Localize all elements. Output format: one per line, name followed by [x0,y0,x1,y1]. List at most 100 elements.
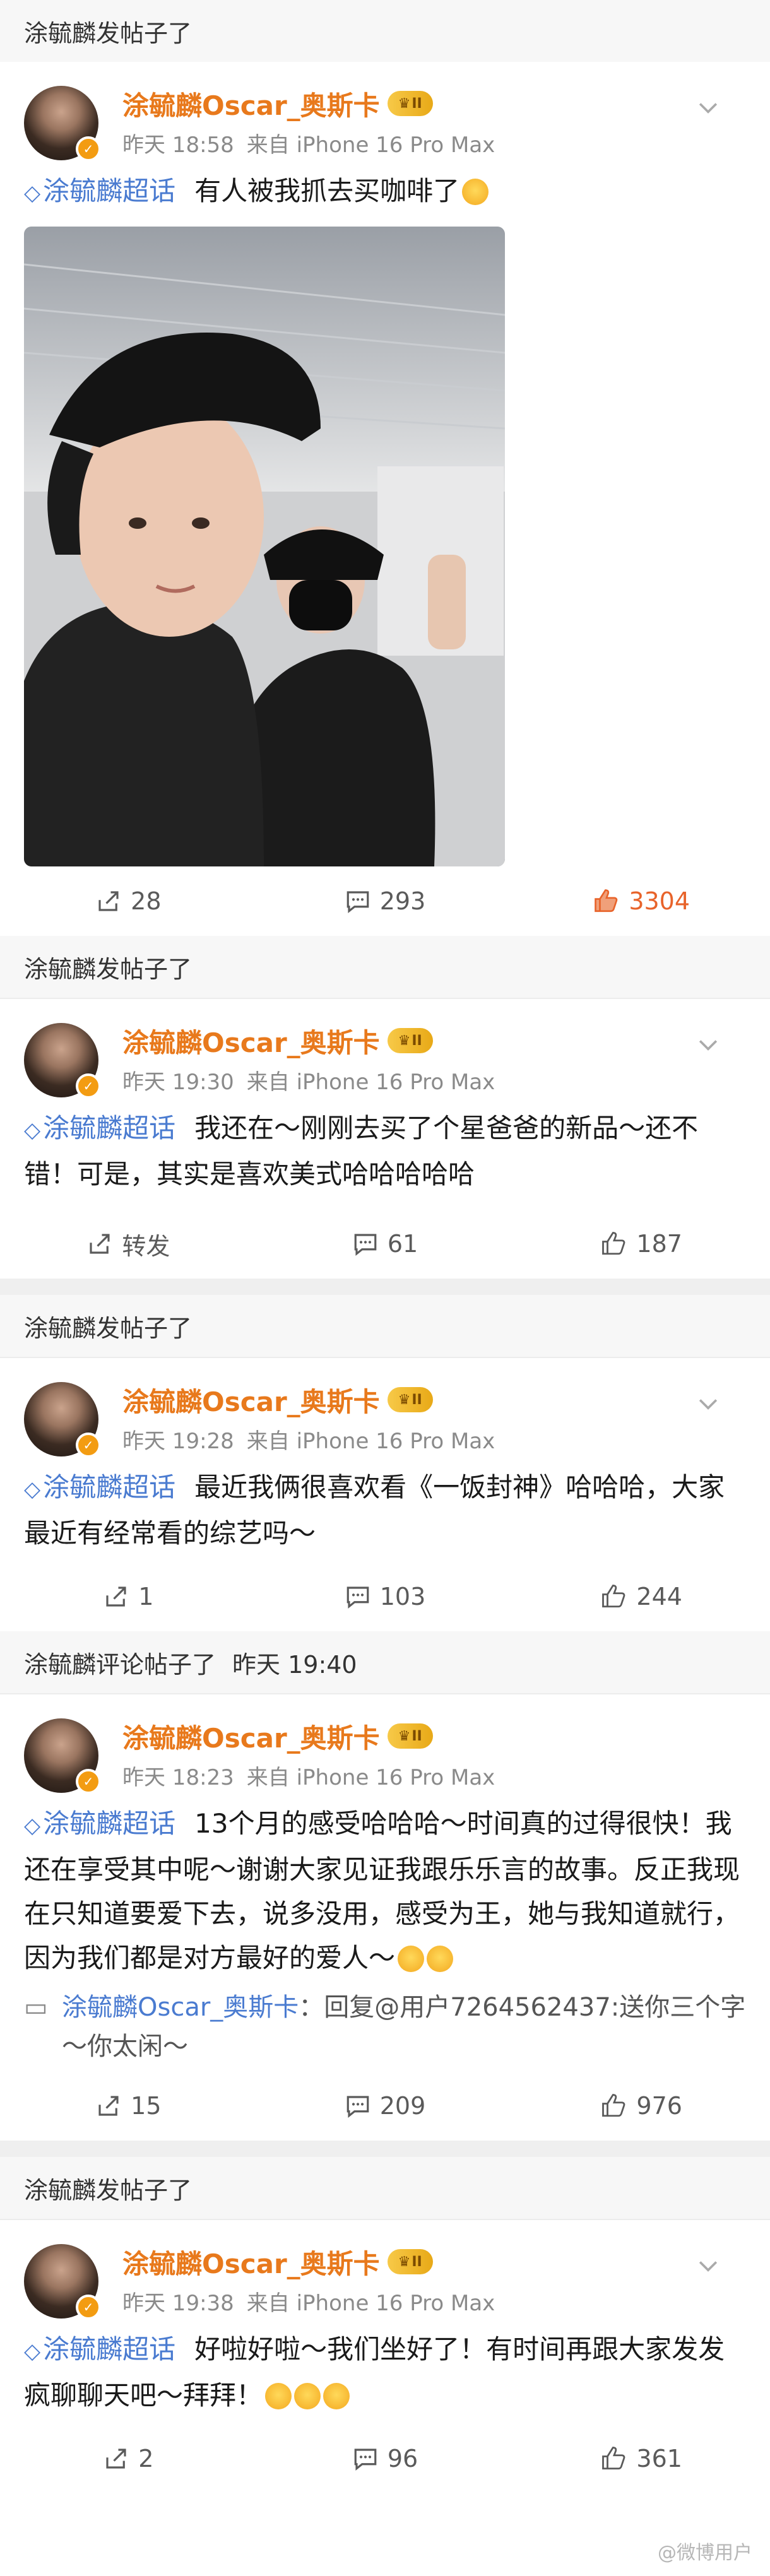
comment-button[interactable]: 61 [257,1230,514,1258]
comment-button[interactable]: 209 [257,2092,514,2120]
post-meta: 昨天 19:38 来自 iPhone 16 Pro Max [122,2286,495,2317]
selfie-photo-illustration [24,227,505,866]
like-button[interactable]: 3304 [513,887,770,915]
verified-badge-icon: ✓ [76,1769,101,1794]
author-name[interactable]: 涂毓麟Oscar_奥斯卡 [122,85,380,123]
action-bar: 转发 61 187 [0,1209,770,1279]
post-source: 来自 iPhone 16 Pro Max [246,1429,495,1454]
comment-button[interactable]: 96 [257,2445,514,2473]
like-button[interactable]: 187 [513,1230,770,1258]
diamond-icon: ◇ [24,1477,41,1502]
thumbs-up-icon [602,2447,625,2470]
avatar[interactable]: ✓ [24,1023,101,1099]
post-time: 昨天 18:58 [122,133,234,158]
section-title: 涂毓麟发帖子了 [24,1314,192,1342]
chevron-down-icon[interactable] [694,93,722,121]
post-meta: 昨天 19:30 来自 iPhone 16 Pro Max [122,1065,495,1096]
diamond-icon: ◇ [24,180,41,206]
chevron-down-icon[interactable] [694,2252,722,2279]
vip-badge-icon: ♛ II [387,1387,433,1412]
thumbs-up-icon [602,1232,625,1255]
kiss-emoji-icon [427,1946,454,1972]
like-button[interactable]: 361 [513,2445,770,2473]
section-title: 涂毓麟发帖子了 [24,19,192,47]
post-body: 有人被我抓去买咖啡了 [194,175,460,206]
verified-badge-icon: ✓ [76,1073,101,1099]
reply-author[interactable]: 涂毓麟Oscar_奥斯卡 [62,1993,299,2022]
smile-emoji-icon [265,2383,292,2409]
verified-badge-icon: ✓ [76,136,101,162]
post-time: 昨天 19:38 [122,2291,234,2316]
diamond-icon: ◇ [24,1813,41,1838]
topic-link[interactable]: ◇涂毓麟超话 [24,1113,175,1143]
post-time: 昨天 18:23 [122,1765,234,1790]
topic-link[interactable]: ◇涂毓麟超话 [24,1472,175,1503]
comment-icon [354,2449,377,2471]
post-card[interactable]: ✓ 涂毓麟Oscar_奥斯卡 ♛ II 昨天 19:28 来自 iPhone 16 … [0,1358,770,1631]
post-meta: 昨天 19:28 来自 iPhone 16 Pro Max [122,1424,495,1455]
author-reply[interactable]: ▭ 涂毓麟Oscar_奥斯卡：回复@用户7264562437:送你三个字～你太闲… [24,1988,746,2066]
share-icon [98,2096,119,2116]
thumbs-up-icon [602,1585,625,1608]
post-text: ◇涂毓麟超话 好啦好啦～我们坐好了！有时间再跟大家发发疯聊聊天吧～拜拜！ [24,2327,746,2418]
comment-icon [346,2096,369,2118]
section-header: 涂毓麟发帖子了 [0,1295,770,1357]
comment-button[interactable]: 293 [257,887,514,915]
vip-badge-icon: ♛ II [387,91,433,116]
post-meta: 昨天 18:58 来自 iPhone 16 Pro Max [122,127,495,158]
topic-link[interactable]: ◇涂毓麟超话 [24,2334,175,2365]
comment-button[interactable]: 103 [257,1583,514,1610]
watermark: @微博用户 [658,2542,752,2564]
like-button[interactable]: 976 [513,2092,770,2120]
repost-button[interactable]: 2 [0,2445,257,2473]
avatar[interactable]: ✓ [24,86,101,162]
post-author-row: ✓ 涂毓麟Oscar_奥斯卡 ♛ II 昨天 19:30 来自 iPhone 16 … [24,999,746,1106]
topic-link[interactable]: ◇涂毓麟超话 [24,1808,175,1839]
action-bar: 28 293 3304 [0,866,770,936]
section-header: 涂毓麟发帖子了 [0,0,770,62]
section-title: 涂毓麟发帖子了 [24,955,192,983]
author-name[interactable]: 涂毓麟Oscar_奥斯卡 [122,1022,380,1060]
like-button[interactable]: 244 [513,1583,770,1610]
thumbs-up-icon [602,2094,625,2117]
repost-button[interactable]: 转发 [0,1227,257,1261]
author-name[interactable]: 涂毓麟Oscar_奥斯卡 [122,1381,380,1419]
chevron-down-icon[interactable] [694,1390,722,1417]
post-time: 昨天 19:30 [122,1070,234,1095]
post-text: ◇涂毓麟超话 13个月的感受哈哈哈～时间真的过得很快！我还在享受其中呢～谢谢大家见… [24,1802,746,1980]
section-header: 涂毓麟评论帖子了 昨天 19:40 [0,1631,770,1693]
share-icon [106,2449,126,2469]
action-bar: 2 96 361 [0,2424,770,2493]
post-card[interactable]: ✓ 涂毓麟Oscar_奥斯卡 ♛ II 昨天 19:38 来自 iPhone 16 … [0,2220,770,2493]
author-name[interactable]: 涂毓麟Oscar_奥斯卡 [122,1717,380,1756]
vip-badge-icon: ♛ II [387,1723,433,1749]
post-photo[interactable] [24,227,505,866]
post-source: 来自 iPhone 16 Pro Max [246,133,495,158]
repost-button[interactable]: 28 [0,887,257,915]
post-text: ◇涂毓麟超话 有人被我抓去买咖啡了 [24,169,746,215]
post-author-row: ✓ 涂毓麟Oscar_奥斯卡 ♛ II 昨天 18:23 来自 iPhone 16 … [24,1694,746,1802]
comment-icon [354,1234,377,1256]
avatar[interactable]: ✓ [24,1382,101,1458]
post-card[interactable]: ✓ 涂毓麟Oscar_奥斯卡 ♛ II 昨天 18:58 来自 iPhone 16 … [0,62,770,936]
topic-link[interactable]: ◇涂毓麟超话 [24,175,175,206]
avatar[interactable]: ✓ [24,2244,101,2320]
avatar[interactable]: ✓ [24,1718,101,1794]
post-text: ◇涂毓麟超话 最近我俩很喜欢看《一饭封神》哈哈哈，大家最近有经常看的综艺吗～ [24,1465,746,1556]
comment-icon [346,891,369,914]
post-card[interactable]: ✓ 涂毓麟Oscar_奥斯卡 ♛ II 昨天 18:23 来自 iPhone 16 … [0,1694,770,2141]
post-author-row: ✓ 涂毓麟Oscar_奥斯卡 ♛ II 昨天 18:58 来自 iPhone 16 … [24,62,746,169]
verified-badge-icon: ✓ [76,2295,101,2320]
cool-emoji-icon [323,2383,350,2409]
post-meta: 昨天 18:23 来自 iPhone 16 Pro Max [122,1760,495,1791]
repost-button[interactable]: 1 [0,1583,257,1610]
chevron-down-icon[interactable] [694,1031,722,1058]
author-name[interactable]: 涂毓麟Oscar_奥斯卡 [122,2243,380,2281]
post-time: 昨天 19:28 [122,1429,234,1454]
post-card[interactable]: ✓ 涂毓麟Oscar_奥斯卡 ♛ II 昨天 19:30 来自 iPhone 16 … [0,999,770,1279]
post-source: 来自 iPhone 16 Pro Max [246,1765,495,1790]
repost-button[interactable]: 15 [0,2092,257,2120]
vip-badge-icon: ♛ II [387,2249,433,2274]
section-time: 昨天 19:40 [232,1650,357,1679]
section-title: 涂毓麟发帖子了 [24,2176,192,2204]
